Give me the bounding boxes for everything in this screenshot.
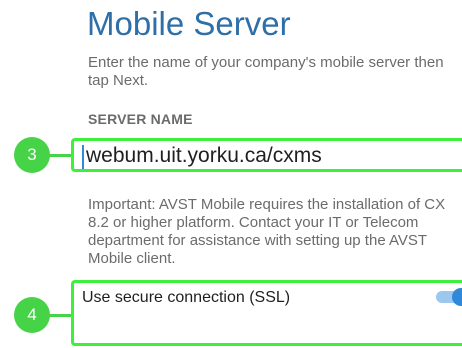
ssl-toggle-switch[interactable] bbox=[434, 288, 462, 306]
step-3-badge: 3 bbox=[14, 137, 72, 173]
intro-text: Enter the name of your company's mobile … bbox=[88, 54, 444, 89]
mobile-server-screen: Mobile Server Enter the name of your com… bbox=[0, 0, 462, 348]
important-notice: Important: AVST Mobile requires the inst… bbox=[88, 196, 446, 267]
server-name-input[interactable] bbox=[82, 143, 462, 169]
server-name-label: SERVER NAME bbox=[88, 111, 193, 127]
step-4-badge: 4 bbox=[14, 297, 72, 333]
server-name-field-highlight bbox=[71, 138, 462, 172]
toggle-thumb bbox=[452, 288, 462, 306]
page-title: Mobile Server bbox=[87, 5, 291, 42]
ssl-label: Use secure connection (SSL) bbox=[82, 289, 291, 306]
ssl-setting-highlight: Use secure connection (SSL) bbox=[71, 280, 462, 346]
